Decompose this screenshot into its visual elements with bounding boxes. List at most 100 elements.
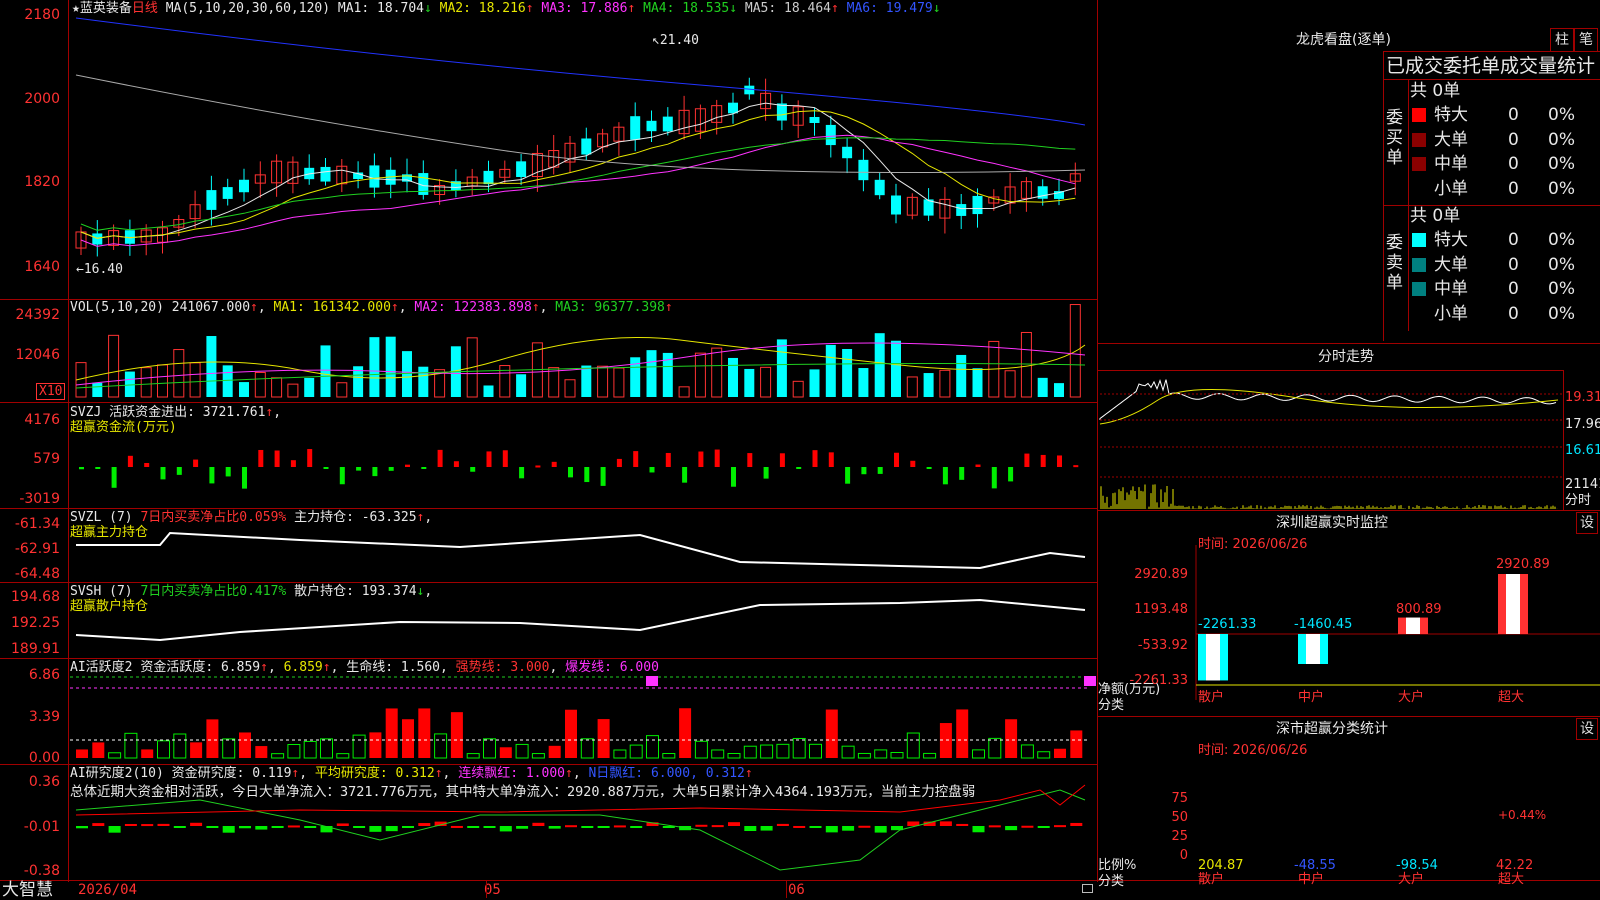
activity-bar — [271, 753, 285, 759]
main-holding-line — [76, 531, 1086, 570]
activity-bar — [352, 734, 366, 759]
stock-name[interactable]: 蓝英装备 — [80, 1, 132, 16]
volume-bar — [1054, 383, 1064, 397]
monitor-bar-highlight — [1206, 634, 1220, 681]
activity-bar — [450, 712, 463, 758]
class-settings-button[interactable]: 设 — [1576, 718, 1598, 740]
research-bar — [695, 824, 708, 827]
activity-bar — [809, 743, 822, 759]
fund-flow-bar — [127, 455, 133, 467]
activity-bar — [1020, 744, 1034, 759]
fund-flow-bar — [290, 460, 296, 467]
volume-bar — [1069, 304, 1081, 398]
svzj-axis-1: 4176 — [24, 412, 60, 428]
activity-bar — [597, 719, 610, 758]
svzj-label: SVZJ — [70, 405, 102, 420]
activity-bar — [988, 737, 1002, 759]
category-class-1: 中户 — [1298, 872, 1325, 887]
fund-flow-bar — [568, 467, 573, 478]
fund-flow-bar — [682, 467, 688, 483]
research-bar — [76, 826, 88, 829]
activity-bar — [679, 708, 692, 758]
volume-bar — [108, 334, 120, 398]
ma2-line — [80, 110, 1076, 239]
fund-flow-bar — [714, 449, 720, 467]
svzl-axis-1: -61.34 — [14, 516, 60, 532]
candle — [630, 116, 641, 140]
volume-bar — [304, 377, 315, 397]
svzj-sub: 超赢资金流(万元) — [70, 420, 177, 435]
ma-value-2: MA2: 18.216 — [439, 1, 526, 16]
ai-research-axis-2: -0.01 — [23, 819, 60, 835]
ma4-line — [80, 137, 1076, 231]
main-chart-area[interactable]: ★蓝英装备日线 MA(5,10,20,30,60,120) MA1: 18.70… — [0, 0, 1600, 900]
fund-flow-bar — [861, 467, 867, 475]
research-bar — [760, 826, 773, 831]
kline-chart[interactable] — [0, 0, 1098, 900]
volume-bar — [173, 349, 185, 398]
research-bar — [222, 826, 235, 833]
fund-flow-bar — [79, 467, 84, 470]
research-bar — [190, 822, 203, 826]
fund-flow-bar — [551, 461, 557, 467]
svsh-hold: 散户持仓: 193.374 — [294, 584, 417, 599]
lock-icon[interactable] — [1082, 884, 1093, 893]
svsh-axis-1: 194.68 — [11, 589, 60, 605]
volume-bar — [124, 371, 135, 397]
vol-axis-1: 24392 — [15, 307, 60, 323]
fund-flow-bar — [877, 467, 883, 474]
class-bar-label: +0.44% — [1498, 808, 1547, 822]
volume-bar — [418, 366, 429, 397]
class-value-3: 42.22 — [1496, 858, 1534, 873]
category-monitor-0: 散户 — [1198, 690, 1225, 705]
activity-bar — [385, 708, 398, 758]
retail-holding-line — [75, 598, 1086, 642]
burst-marker — [1084, 676, 1096, 686]
activity-bar — [402, 719, 414, 758]
fund-flow-bar — [323, 467, 329, 469]
ma6-line — [75, 17, 1086, 126]
class-value-2: -98.54 — [1396, 858, 1438, 873]
activity-bar — [157, 740, 170, 759]
research-bar — [287, 825, 300, 828]
fund-flow-bar — [1024, 453, 1030, 467]
activity-bar — [320, 738, 333, 759]
volume-bar — [694, 352, 706, 398]
activity-bar — [906, 732, 920, 759]
ai-research-label: AI研究度2(10) — [70, 766, 164, 781]
fund-flow-bar — [812, 450, 818, 467]
research-bar — [858, 825, 871, 828]
activity-bar — [336, 753, 350, 759]
period-label[interactable]: 日线 — [132, 1, 158, 16]
research-bar — [418, 823, 431, 826]
ma-values: MA1: 18.704↓ MA2: 18.216↑ MA3: 17.886↑ M… — [337, 1, 941, 16]
fund-flow-bar — [959, 467, 965, 480]
ai-active-v2: 6.859 — [283, 660, 323, 675]
activity-bar — [792, 737, 806, 759]
volume-bar — [744, 368, 755, 397]
candle — [776, 103, 787, 121]
volume-bar — [206, 336, 217, 397]
research-bar — [874, 826, 887, 833]
volume-bar — [825, 344, 836, 397]
research-bar — [630, 826, 643, 828]
fund-flow-bar — [486, 451, 492, 467]
fund-flow-bar — [242, 467, 247, 489]
ma-value-5: MA5: 18.464 — [744, 1, 831, 16]
ai-research-axis-3: -0.38 — [23, 863, 60, 879]
research-bar — [336, 823, 349, 826]
fund-flow-bar — [1057, 455, 1062, 467]
volume-bar — [809, 369, 820, 397]
ai-research-cont: 连续飘红: 1.000 — [458, 766, 565, 781]
monitor-bar-highlight — [1406, 617, 1420, 634]
activity-bar — [972, 749, 985, 759]
ma-value-1: MA1: 18.704 — [337, 1, 424, 16]
candle — [581, 138, 592, 155]
activity-bar — [694, 740, 708, 759]
candle — [222, 187, 233, 199]
research-bar — [239, 826, 251, 829]
ai-research-nday: N日飘红: 6.000, 0.312 — [588, 766, 745, 781]
activity-bar — [923, 752, 937, 759]
research-bar — [157, 823, 170, 826]
category-monitor-1: 中户 — [1298, 690, 1325, 705]
